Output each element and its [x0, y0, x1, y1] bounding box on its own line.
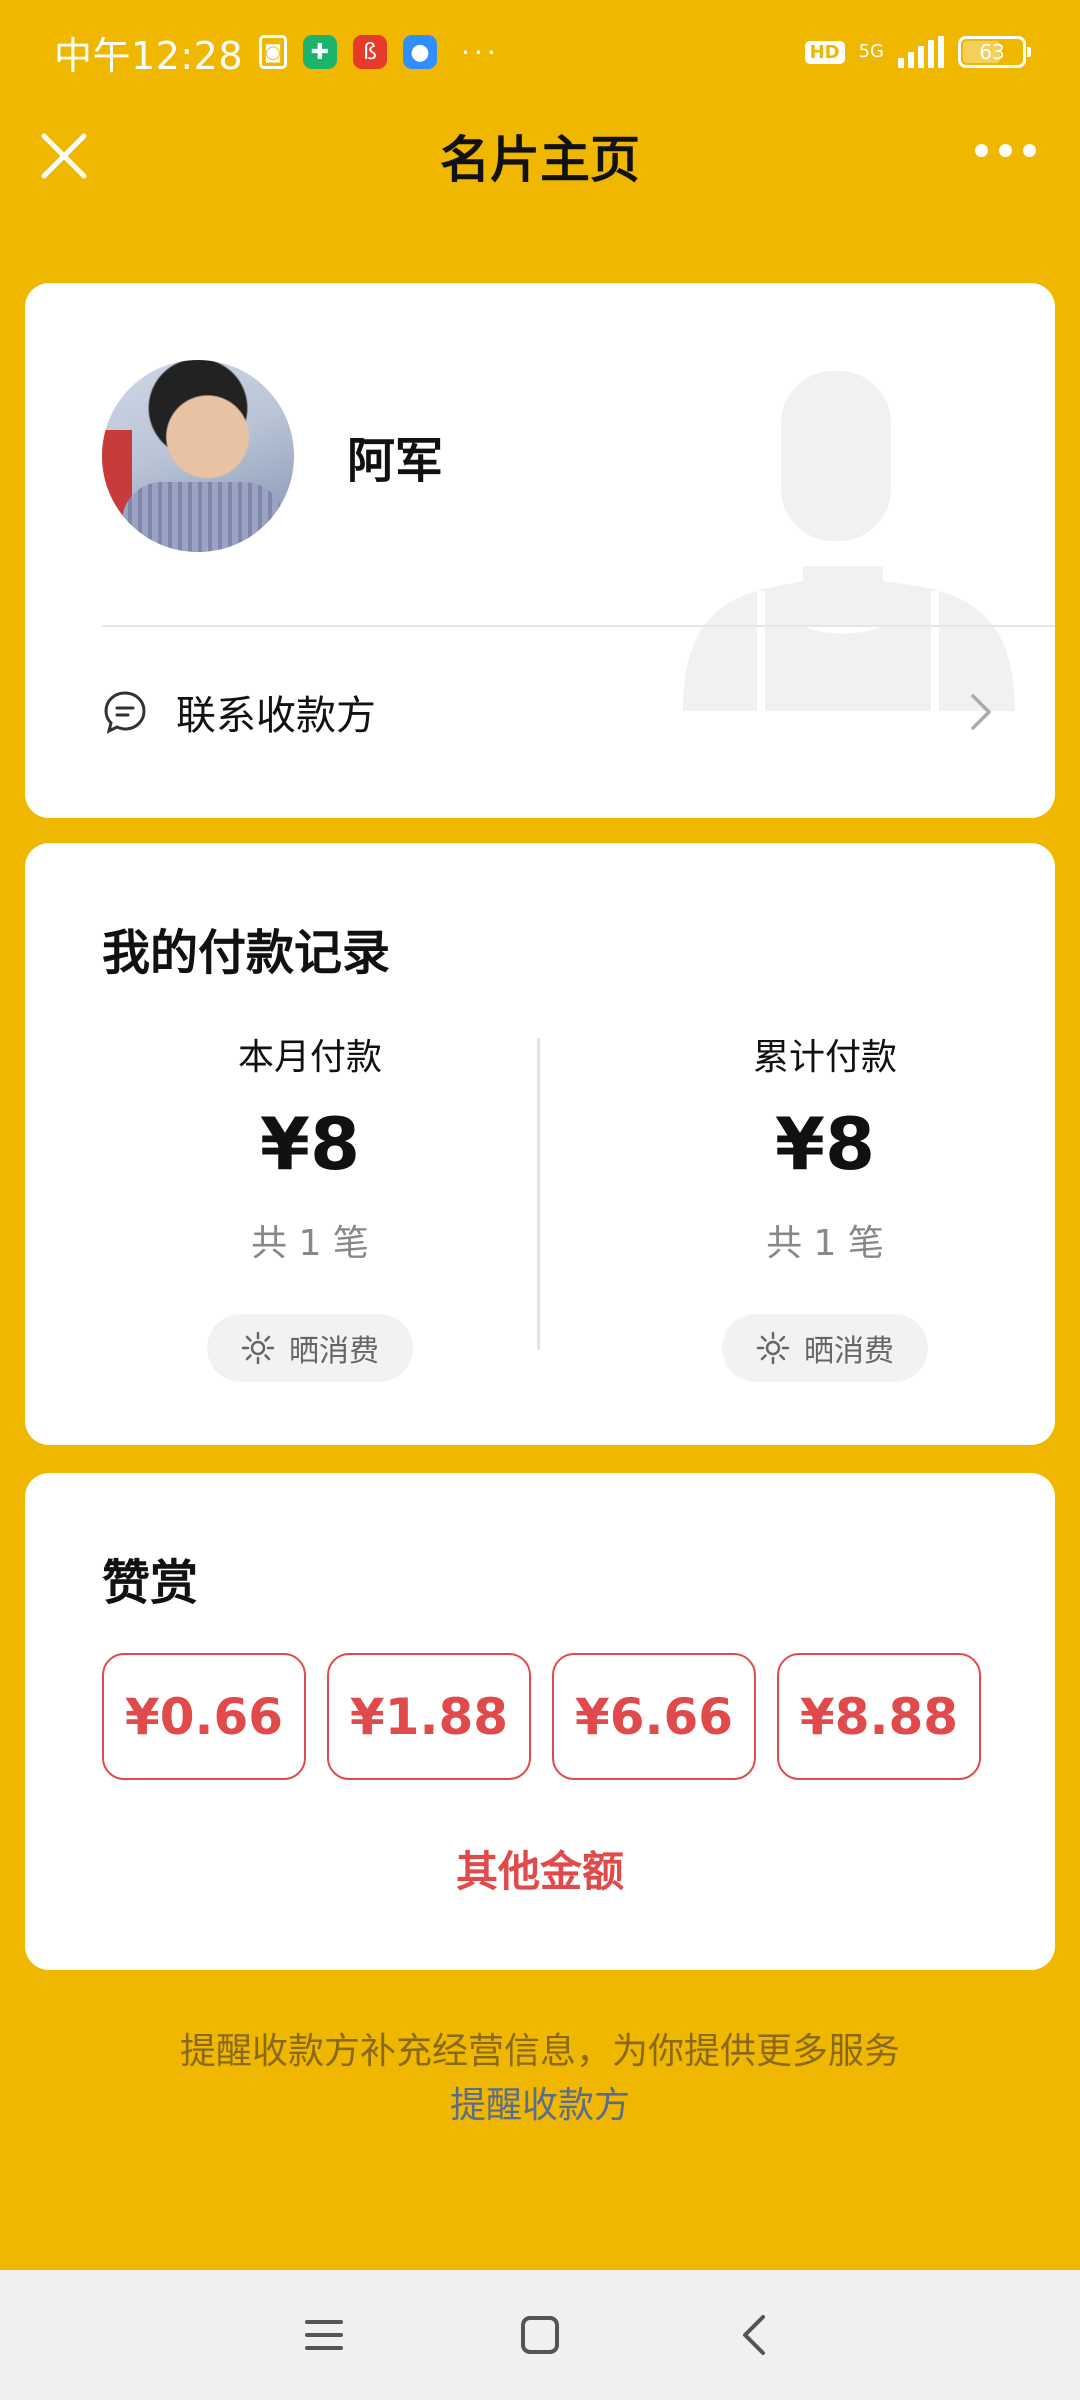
- sparkle-icon: [756, 1331, 790, 1365]
- more-notifications-icon: ···: [461, 35, 500, 69]
- total-payment-column: 累计付款 ¥8 共 1 笔 晒消费: [615, 1028, 1035, 1382]
- more-options-icon[interactable]: [975, 144, 1036, 157]
- nfc-icon: ◙: [259, 35, 288, 69]
- monthly-payment-count: 共 1 笔: [251, 1223, 369, 1264]
- network-type: 5G: [858, 41, 884, 62]
- total-payment-label: 累计付款: [752, 1037, 897, 1078]
- tip-title: 赞赏: [102, 1555, 199, 1611]
- avatar[interactable]: [102, 360, 294, 552]
- sparkle-icon: [241, 1331, 275, 1365]
- chat-bubble-icon: [104, 691, 146, 734]
- share-spending-button[interactable]: 晒消费: [722, 1314, 928, 1382]
- contact-payee-row[interactable]: 联系收款方: [102, 657, 995, 767]
- hd-badge: HD: [804, 40, 845, 64]
- chevron-right-icon: [971, 694, 991, 730]
- status-right: HD 5G 63: [804, 36, 1031, 68]
- footer-note: 提醒收款方补充经营信息，为你提供更多服务: [179, 2031, 900, 2072]
- share-spending-button[interactable]: 晒消费: [207, 1314, 413, 1382]
- total-payment-amount: ¥8: [774, 1102, 876, 1186]
- other-amount-link[interactable]: 其他金额: [25, 1838, 1055, 1899]
- status-time: 中午12:28: [54, 33, 244, 78]
- menu-icon[interactable]: [301, 2312, 347, 2358]
- page-title: 名片主页: [440, 131, 640, 189]
- monthly-payment-amount: ¥8: [259, 1102, 361, 1186]
- tip-option-button[interactable]: ¥8.88: [777, 1653, 981, 1780]
- tip-option-button[interactable]: ¥0.66: [102, 1653, 306, 1780]
- running-app-icon: ß: [353, 35, 388, 69]
- shield-app-icon: ✚: [303, 35, 338, 69]
- column-divider: [537, 1038, 540, 1350]
- bubble-app-icon: ●: [403, 35, 438, 69]
- profile-name: 阿军: [347, 433, 444, 489]
- back-icon[interactable]: [733, 2312, 779, 2358]
- battery-level: 63: [979, 40, 1005, 64]
- close-icon[interactable]: [36, 128, 92, 184]
- status-left: 中午12:28 ◙ ✚ ß ● ···: [54, 25, 500, 80]
- share-spending-label: 晒消费: [289, 1334, 379, 1369]
- system-nav-bar: [0, 2270, 1080, 2400]
- signal-icon: [898, 36, 944, 68]
- payment-record-card: 我的付款记录 本月付款 ¥8 共 1 笔 晒消费 累计付款 ¥8 共 1 笔 晒…: [25, 843, 1055, 1445]
- monthly-payment-label: 本月付款: [237, 1037, 382, 1078]
- monthly-payment-column: 本月付款 ¥8 共 1 笔 晒消费: [100, 1028, 520, 1382]
- home-icon[interactable]: [517, 2312, 563, 2358]
- status-bar: 中午12:28 ◙ ✚ ß ● ··· HD 5G 63: [0, 0, 1080, 104]
- battery-icon: 63: [958, 36, 1031, 68]
- remind-payee-link[interactable]: 提醒收款方: [0, 2076, 1080, 2128]
- tip-option-button[interactable]: ¥1.88: [327, 1653, 531, 1780]
- share-spending-label: 晒消费: [804, 1334, 894, 1369]
- payment-record-title: 我的付款记录: [102, 925, 391, 981]
- divider: [102, 625, 1055, 627]
- tip-options: ¥0.66 ¥1.88 ¥6.66 ¥8.88: [102, 1653, 981, 1780]
- tip-option-button[interactable]: ¥6.66: [552, 1653, 756, 1780]
- total-payment-count: 共 1 笔: [766, 1223, 884, 1264]
- profile-card: 阿军 联系收款方: [25, 283, 1055, 818]
- nav-bar: 名片主页: [0, 104, 1080, 208]
- tip-card: 赞赏 ¥0.66 ¥1.88 ¥6.66 ¥8.88 其他金额: [25, 1473, 1055, 1970]
- contact-payee-label: 联系收款方: [176, 693, 376, 739]
